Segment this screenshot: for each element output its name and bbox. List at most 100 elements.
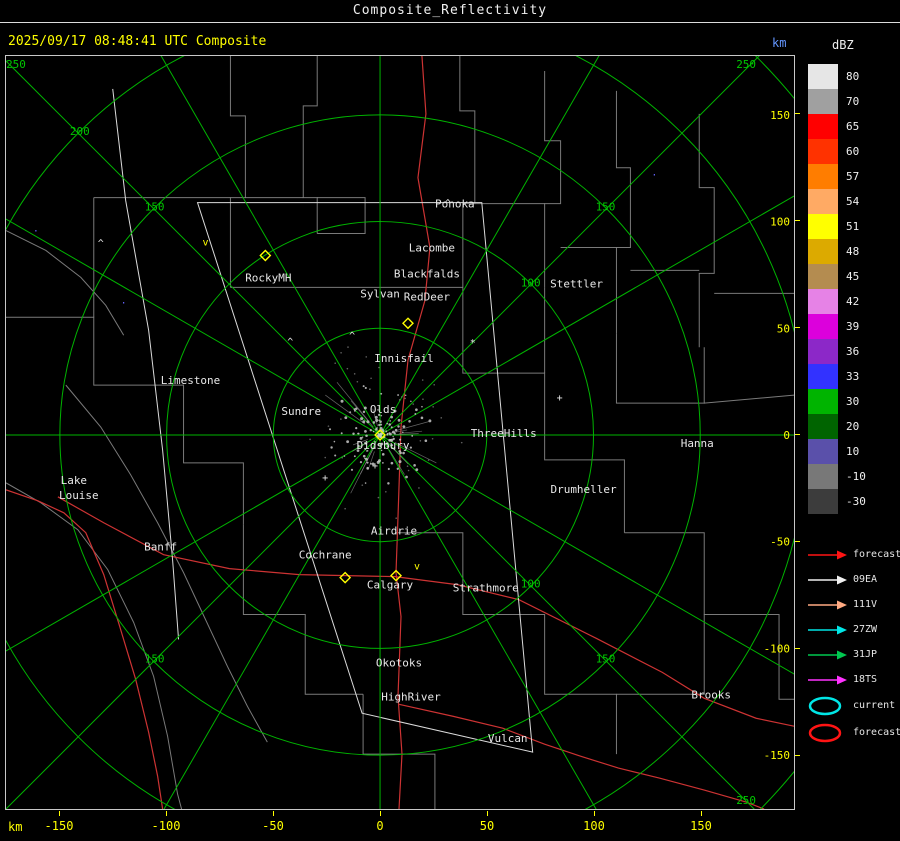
dbz-scale-row: 39 bbox=[808, 314, 898, 339]
dbz-swatch bbox=[808, 64, 838, 89]
bottom-axis-label: 150 bbox=[690, 819, 712, 833]
radar-map[interactable]: 250 200 150 250 150 100 150 100 150 250 v v ^ ^ ^ ^ * + + +… bbox=[5, 55, 795, 810]
track-arrow-icon bbox=[808, 625, 847, 634]
city-label: Lake bbox=[61, 474, 87, 487]
bottom-axis-tick bbox=[380, 811, 381, 816]
county-boundary bbox=[459, 56, 476, 288]
radar-echo bbox=[397, 418, 401, 422]
city-label: Drumheller bbox=[551, 483, 617, 496]
range-label: 150 bbox=[145, 201, 165, 214]
dbz-swatch bbox=[808, 239, 838, 264]
radar-echo bbox=[364, 386, 367, 390]
radar-echo bbox=[362, 454, 366, 458]
bottom-axis-label: 50 bbox=[479, 819, 495, 833]
legend-item-label: 31JP bbox=[853, 649, 878, 660]
city-label: Louise bbox=[59, 489, 99, 502]
dbz-swatch bbox=[808, 114, 838, 139]
county-boundary bbox=[6, 316, 244, 525]
dbz-swatch bbox=[808, 389, 838, 414]
radar-echo bbox=[346, 440, 350, 444]
radar-echo bbox=[359, 461, 363, 464]
city-label: Didsbury bbox=[357, 439, 410, 452]
right-axis-label: 150 bbox=[770, 109, 790, 122]
city-label: Vulcan bbox=[488, 732, 528, 745]
radar-echo-streak bbox=[394, 433, 419, 435]
radar-echo bbox=[427, 459, 430, 461]
county-boundary bbox=[615, 333, 705, 404]
radar-echo bbox=[340, 432, 343, 435]
radar-echo bbox=[378, 433, 382, 437]
legend-item-label: 27ZW bbox=[853, 624, 878, 635]
bottom-axis-tick bbox=[59, 811, 60, 816]
point-marker: . bbox=[121, 295, 127, 306]
radar-echo bbox=[411, 434, 414, 437]
legend-item: forecast bbox=[806, 542, 900, 567]
radar-echo bbox=[414, 413, 417, 415]
county-boundary bbox=[616, 614, 705, 695]
dbz-swatch bbox=[808, 214, 838, 239]
radar-echo bbox=[420, 416, 424, 420]
radar-echo bbox=[369, 388, 371, 390]
dbz-value: -10 bbox=[846, 470, 866, 483]
radar-echo bbox=[432, 406, 434, 408]
radar-echo bbox=[390, 461, 394, 465]
dbz-value: 65 bbox=[846, 120, 860, 133]
radar-echo bbox=[324, 456, 327, 459]
dbz-value: 70 bbox=[846, 95, 860, 108]
dbz-value: -30 bbox=[846, 495, 866, 508]
radar-echo bbox=[347, 346, 349, 348]
range-label: 150 bbox=[596, 201, 616, 214]
radar-echo bbox=[424, 439, 428, 442]
city-label: Sundre bbox=[281, 405, 321, 418]
radar-echo bbox=[397, 394, 400, 396]
radar-echo bbox=[340, 418, 342, 420]
radar-echo bbox=[407, 469, 410, 472]
radar-echo-streak bbox=[397, 421, 430, 431]
radar-echo bbox=[374, 415, 378, 419]
radar-echo bbox=[389, 420, 392, 422]
right-axis-label: 0 bbox=[783, 429, 790, 442]
legend-item: forecast bbox=[806, 719, 900, 746]
radar-echo bbox=[393, 432, 396, 435]
radar-echo bbox=[365, 434, 368, 437]
city-label: Cochrane bbox=[299, 549, 352, 562]
radar-echo bbox=[397, 425, 400, 428]
radar-map-canvas: 250200150250150100150100150250vv^^^^*+++… bbox=[6, 56, 794, 809]
radar-app: { "header": { "title": "Composite_Reflec… bbox=[0, 0, 900, 841]
point-marker: ^ bbox=[98, 238, 104, 249]
city-label: Ponoka bbox=[435, 198, 475, 211]
radar-echo bbox=[388, 432, 392, 436]
dbz-value: 42 bbox=[846, 295, 860, 308]
arrow-head bbox=[837, 650, 847, 659]
legend-item-label: current bbox=[853, 700, 896, 711]
dbz-swatch bbox=[808, 489, 838, 514]
point-marker: * bbox=[470, 338, 476, 349]
bottom-axis-label: -50 bbox=[262, 819, 284, 833]
radar-echo bbox=[396, 467, 399, 470]
dbz-value: 10 bbox=[846, 445, 860, 458]
dbz-swatch bbox=[808, 139, 838, 164]
radar-echo bbox=[365, 356, 368, 358]
radar-echo bbox=[418, 487, 420, 489]
legend-item: 27ZW bbox=[806, 617, 898, 642]
county-boundary bbox=[698, 113, 715, 348]
radar-echo bbox=[402, 431, 404, 434]
city-label: Limestone bbox=[161, 374, 220, 387]
radar-echo bbox=[422, 398, 424, 401]
track-arrow-icon bbox=[808, 600, 847, 609]
dbz-swatch bbox=[808, 89, 838, 114]
radar-echo bbox=[343, 455, 346, 457]
radar-echo bbox=[395, 517, 397, 519]
legend-item-label: 09EA bbox=[853, 574, 878, 585]
radar-echo bbox=[388, 423, 391, 426]
radar-echo bbox=[433, 383, 435, 386]
range-label: 150 bbox=[596, 652, 616, 665]
radar-echo bbox=[353, 455, 356, 458]
arrow-head bbox=[837, 600, 847, 609]
dbz-value: 57 bbox=[846, 170, 860, 183]
radar-echo bbox=[404, 394, 407, 397]
county-boundary bbox=[544, 70, 562, 288]
city-label: ThreeHills bbox=[471, 427, 537, 440]
city-label: Sylvan bbox=[360, 287, 400, 300]
bottom-axis-label: -100 bbox=[151, 819, 181, 833]
